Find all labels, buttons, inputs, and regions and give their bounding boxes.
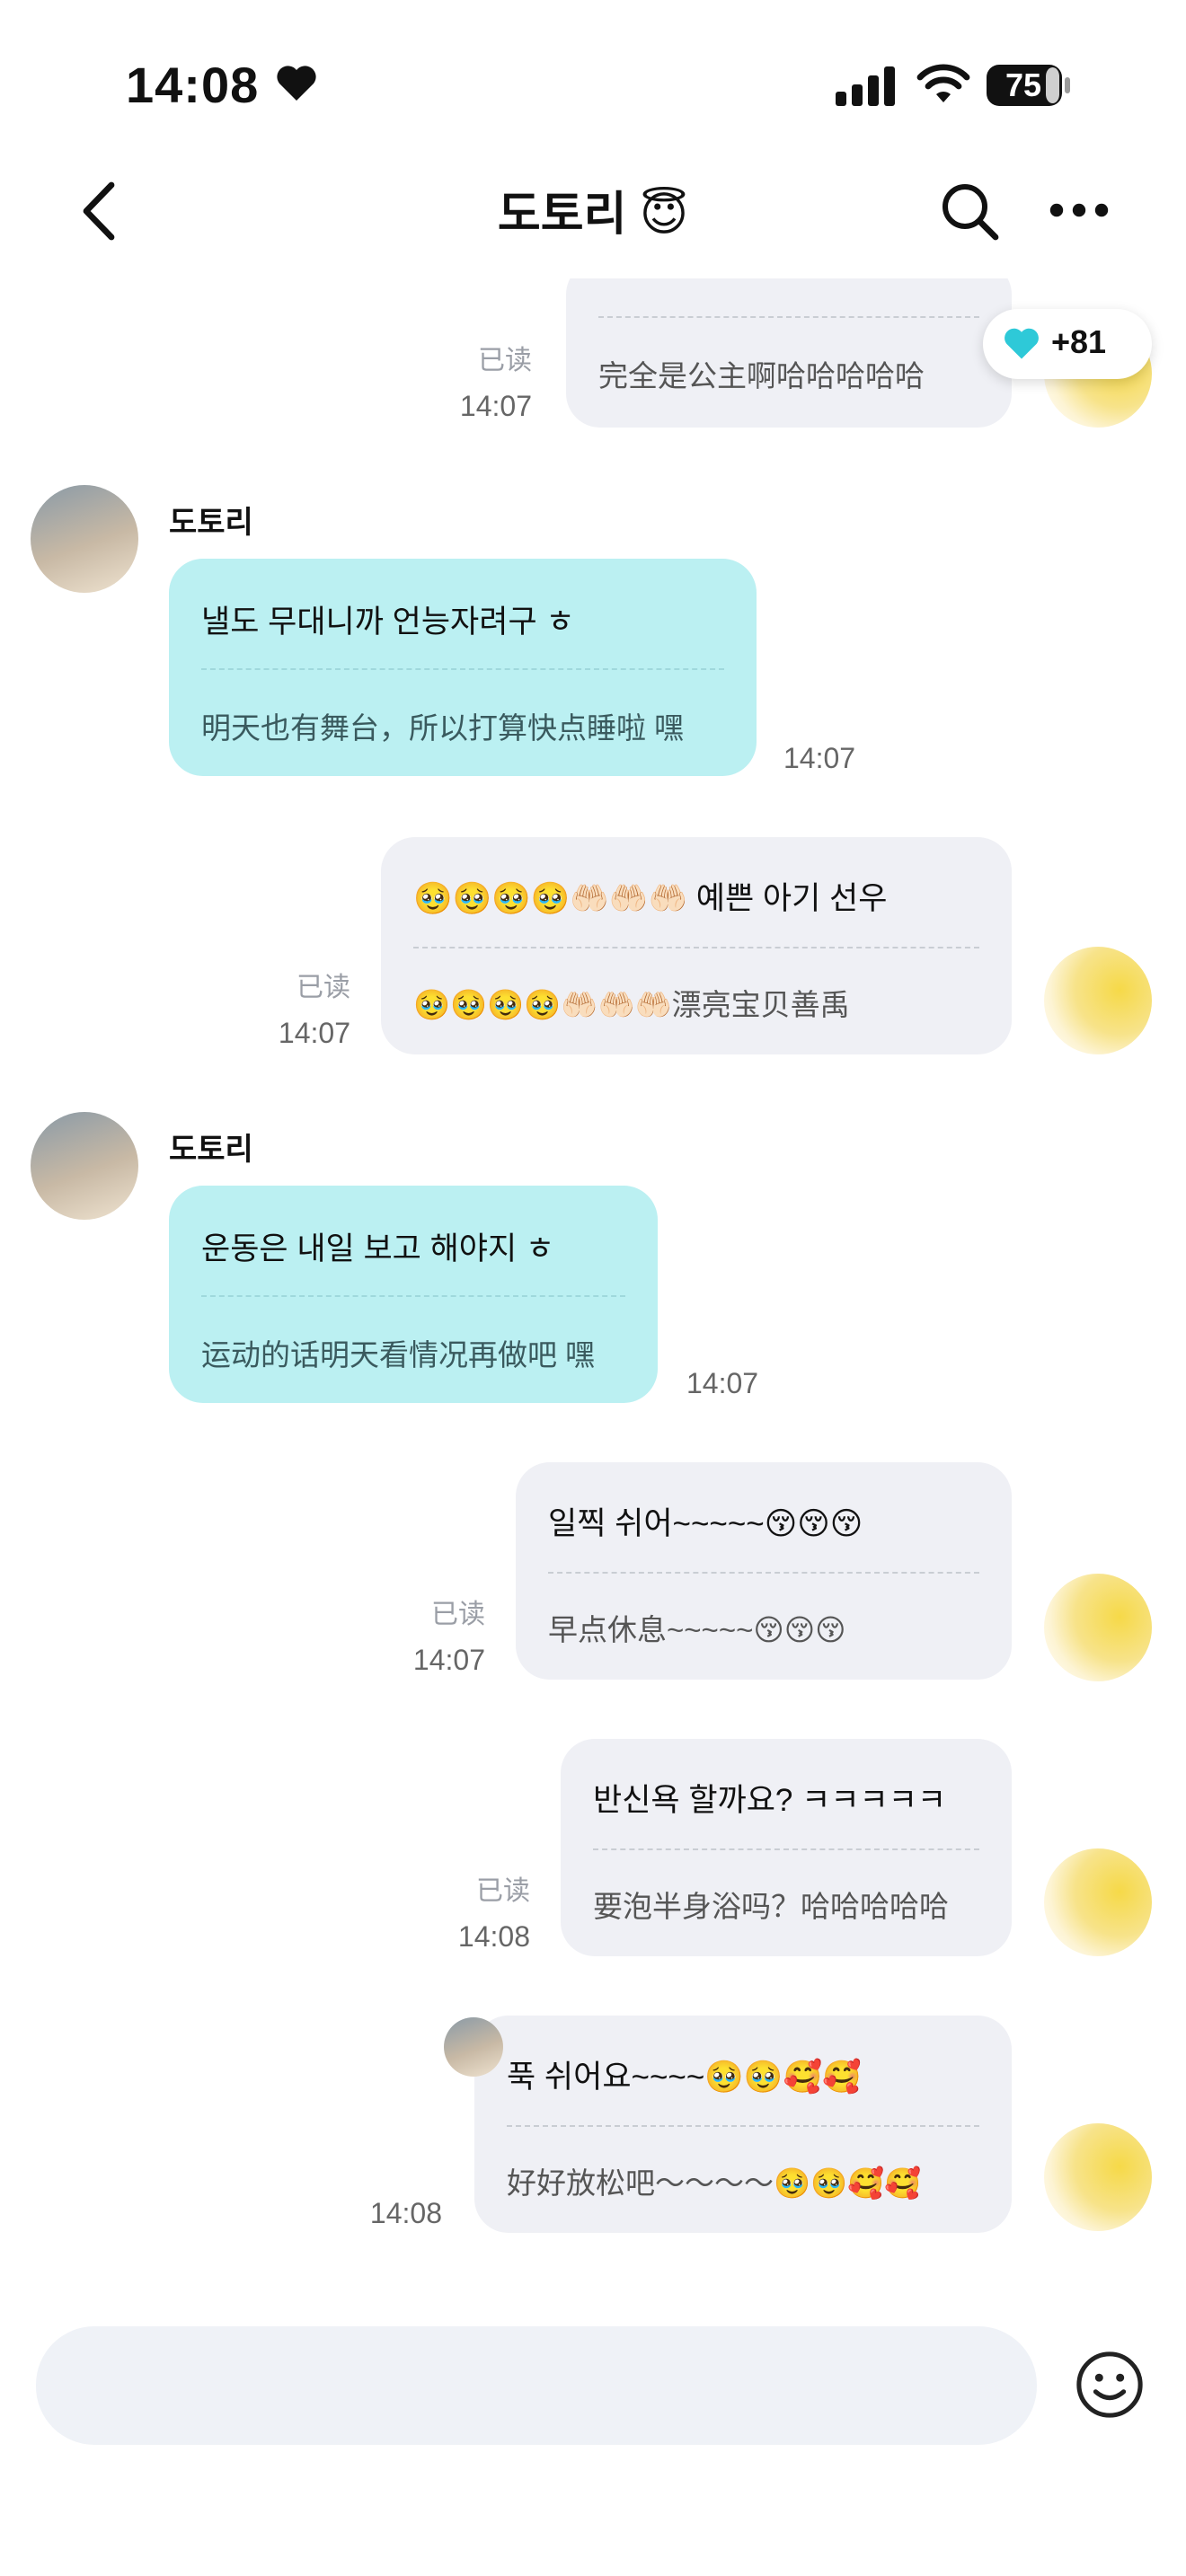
more-icon[interactable] [1048, 201, 1111, 219]
search-icon[interactable] [938, 180, 1001, 243]
message-text: 🥹🥹🥹🥹🤲🏻🤲🏻🤲🏻 예쁜 아기 선우 [413, 881, 888, 916]
message-text: 푹 쉬어요~~~~🥹🥹🥰🥰 [507, 2060, 862, 2095]
message-input[interactable] [36, 2326, 1037, 2445]
translation-divider [598, 316, 979, 318]
translation-divider [507, 2125, 979, 2127]
avatar[interactable] [1044, 1574, 1152, 1681]
signal-icon [836, 66, 895, 106]
translation-divider [413, 947, 979, 948]
read-receipt: 已读 [431, 1600, 485, 1629]
message-bubble[interactable]: 完全是公主啊哈哈哈哈哈 [566, 260, 1012, 428]
translation-divider [548, 1572, 979, 1574]
sender-name: 도토리 [169, 506, 253, 540]
reaction-count: +81 [1051, 323, 1107, 360]
message-bubble[interactable]: 반신욕 할까요? ㅋㅋㅋㅋㅋ 要泡半身浴吗？哈哈哈哈哈 [561, 1739, 1012, 1956]
chat-title: 도토리 😇 [497, 189, 689, 241]
avatar[interactable] [31, 1112, 138, 1220]
message-text: 낼도 무대니까 언능자려구 ㅎ [201, 604, 575, 640]
message-translation: 🥹🥹🥹🥹🤲🏻🤲🏻🤲🏻漂亮宝贝善禹 [413, 988, 850, 1021]
read-receipt: 已读 [476, 1876, 530, 1906]
read-receipt: 已读 [478, 346, 532, 375]
message-time: 14:07 [278, 1017, 350, 1049]
avatar[interactable] [1044, 947, 1152, 1054]
message-text: 일찍 쉬어~~~~~😚😚😚 [548, 1506, 863, 1541]
message-bubble[interactable]: 일찍 쉬어~~~~~😚😚😚 早点休息~~~~~😚😚😚 [516, 1462, 1012, 1680]
message-translation: 完全是公主啊哈哈哈哈哈 [598, 359, 925, 393]
status-time: 14:08 [126, 57, 260, 113]
message-translation: 要泡半身浴吗？哈哈哈哈哈 [593, 1890, 949, 1923]
wifi-icon [916, 64, 970, 102]
emoji-icon[interactable] [1075, 2350, 1145, 2420]
heart-icon [1005, 328, 1039, 359]
translation-divider [201, 1295, 625, 1297]
message-bubble[interactable]: 낼도 무대니까 언능자려구 ㅎ 明天也有舞台，所以打算快点睡啦 嘿 [169, 559, 757, 776]
message-bubble[interactable]: 푹 쉬어요~~~~🥹🥹🥰🥰 好好放松吧～～～～🥹🥹🥰🥰 [474, 2016, 1012, 2233]
message-translation: 好好放松吧～～～～🥹🥹🥰🥰 [507, 2166, 922, 2200]
sender-name: 도토리 [169, 1133, 253, 1167]
message-time: 14:08 [457, 1920, 530, 1953]
message-bubble[interactable]: 🥹🥹🥹🥹🤲🏻🤲🏻🤲🏻 예쁜 아기 선우 🥹🥹🥹🥹🤲🏻🤲🏻🤲🏻漂亮宝贝善禹 [381, 837, 1012, 1054]
message-time: 14:08 [369, 2197, 442, 2229]
message-translation: 早点休息~~~~~😚😚😚 [548, 1613, 846, 1646]
message-text: 운동은 내일 보고 해야지 ㅎ [201, 1231, 555, 1266]
avatar[interactable] [1044, 1848, 1152, 1956]
message-translation: 明天也有舞台，所以打算快点睡啦 嘿 [201, 711, 685, 745]
message-text: 반신욕 할까요? ㅋㅋㅋㅋㅋ [593, 1783, 947, 1818]
message-time: 14:07 [686, 1367, 759, 1399]
status-bar: 14:08 75 [0, 0, 1186, 171]
heart-icon [277, 66, 316, 101]
reaction-badge[interactable]: +81 [983, 309, 1152, 379]
message-bubble[interactable]: 운동은 내일 보고 해야지 ㅎ 运动的话明天看情况再做吧 嘿 [169, 1186, 658, 1403]
translation-divider [201, 668, 724, 670]
read-receipt: 已读 [296, 973, 350, 1002]
message-translation: 运动的话明天看情况再做吧 嘿 [201, 1338, 596, 1372]
reply-avatar [444, 2017, 503, 2077]
avatar[interactable] [31, 485, 138, 593]
avatar[interactable] [1044, 2123, 1152, 2231]
message-time: 14:07 [412, 1644, 485, 1676]
message-time: 14:07 [459, 390, 532, 422]
battery-level: 75 [1005, 66, 1042, 103]
translation-divider [593, 1848, 979, 1850]
message-time: 14:07 [783, 742, 856, 774]
